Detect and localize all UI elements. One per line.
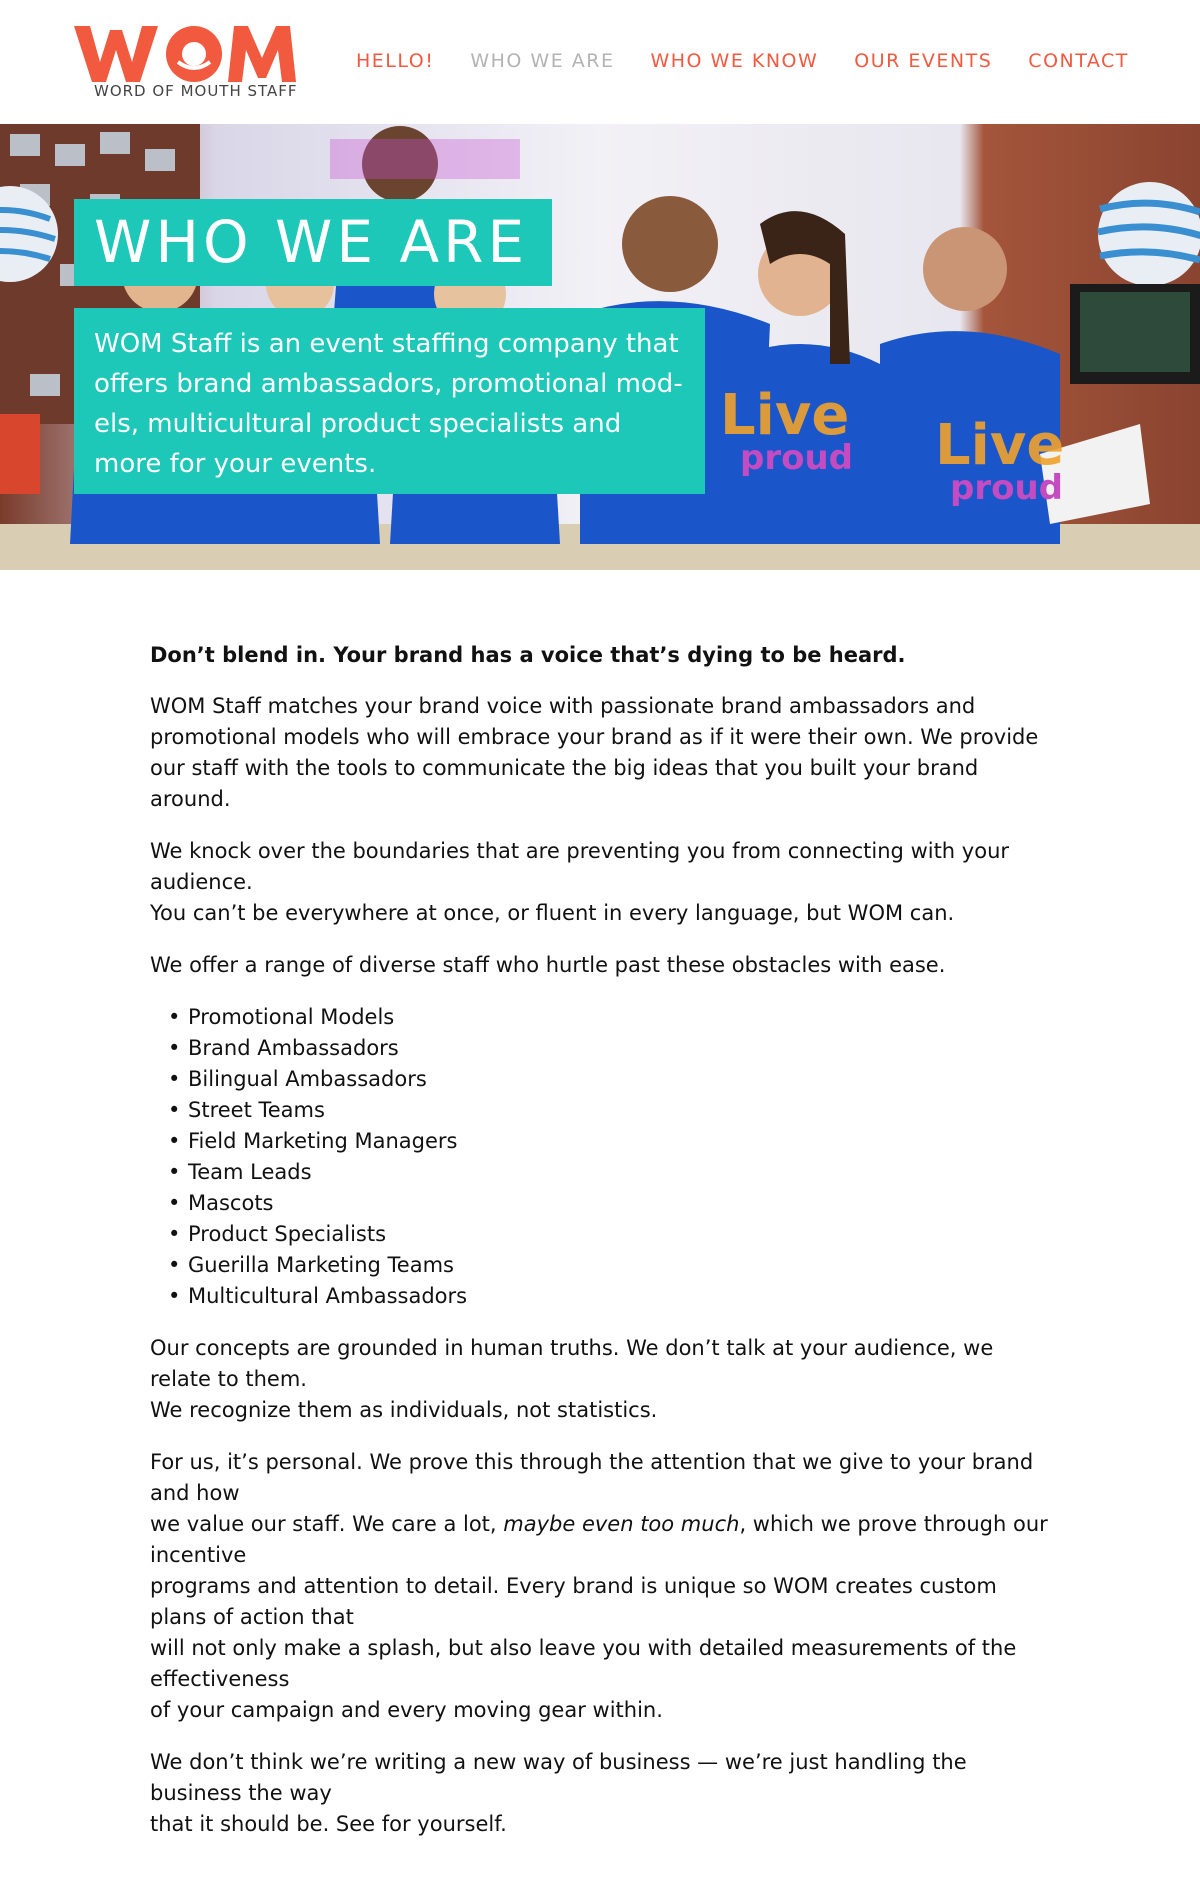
list-item: Multicultural Ambassadors bbox=[168, 1281, 1050, 1312]
paragraph-closing-line-2: that it should be. See for yourself. bbox=[150, 1812, 507, 1836]
nav-item-contact[interactable]: CONTACT bbox=[1028, 50, 1129, 72]
svg-text:proud: proud bbox=[950, 468, 1063, 508]
paragraph-human-truths-line-2: We recognize them as individuals, not st… bbox=[150, 1398, 658, 1422]
paragraph-closing-line-1: We don’t think we’re writing a new way o… bbox=[150, 1750, 967, 1805]
paragraph-boundaries: We knock over the boundaries that are pr… bbox=[150, 836, 1050, 929]
paragraph-closing: We don’t think we’re writing a new way o… bbox=[150, 1747, 1050, 1840]
lead-paragraph: Don’t blend in. Your brand has a voice t… bbox=[150, 643, 906, 667]
main-content: Don’t blend in. Your brand has a voice t… bbox=[150, 640, 1050, 1861]
nav-item-who-we-are[interactable]: WHO WE ARE bbox=[470, 50, 614, 72]
list-item: Street Teams bbox=[168, 1095, 1050, 1126]
logo-wordmark bbox=[74, 26, 296, 82]
hero-intro-box: WOM Staff is an event staffing company t… bbox=[74, 308, 705, 494]
list-item: Brand Ambassadors bbox=[168, 1033, 1050, 1064]
list-item: Promotional Models bbox=[168, 1002, 1050, 1033]
main-nav: HELLO! WHO WE ARE WHO WE KNOW OUR EVENTS… bbox=[356, 50, 1165, 72]
list-item: Mascots bbox=[168, 1188, 1050, 1219]
paragraph-human-truths-line-1: Our concepts are grounded in human truth… bbox=[150, 1336, 994, 1391]
paragraph-personal-line-4: will not only make a splash, but also le… bbox=[150, 1636, 1017, 1691]
nav-item-hello[interactable]: HELLO! bbox=[356, 50, 434, 72]
paragraph-diverse-staff: We offer a range of diverse staff who hu… bbox=[150, 953, 946, 977]
paragraph-human-truths: Our concepts are grounded in human truth… bbox=[150, 1333, 1050, 1426]
hero-intro-text: WOM Staff is an event staffing company t… bbox=[94, 329, 683, 479]
paragraph-personal-line-3: programs and attention to detail. Every … bbox=[150, 1574, 997, 1629]
page-title: WHO WE ARE bbox=[94, 208, 529, 276]
paragraph-personal-line-2a: we value our staff. We care a lot, bbox=[150, 1512, 504, 1536]
logo-tagline: WORD OF MOUTH STAFF bbox=[94, 82, 298, 100]
paragraph-personal-line-5: of your campaign and every moving gear w… bbox=[150, 1698, 663, 1722]
wom-logo[interactable]: WORD OF MOUTH STAFF bbox=[74, 22, 314, 102]
hero-banner: Live Live proud proud WHO WE ARE WOM Sta… bbox=[0, 124, 1200, 570]
paragraph-boundaries-line-2: You can’t be everywhere at once, or flue… bbox=[150, 901, 955, 925]
site-header: WORD OF MOUTH STAFF HELLO! WHO WE ARE WH… bbox=[0, 0, 1200, 124]
hero-title-box: WHO WE ARE bbox=[74, 199, 552, 286]
list-item: Bilingual Ambassadors bbox=[168, 1064, 1050, 1095]
list-item: Field Marketing Managers bbox=[168, 1126, 1050, 1157]
paragraph-personal: For us, it’s personal. We prove this thr… bbox=[150, 1447, 1050, 1726]
paragraph-boundaries-line-1: We knock over the boundaries that are pr… bbox=[150, 839, 1010, 894]
list-item: Team Leads bbox=[168, 1157, 1050, 1188]
svg-text:proud: proud bbox=[740, 438, 853, 478]
list-item: Product Specialists bbox=[168, 1219, 1050, 1250]
staff-types-list: Promotional Models Brand Ambassadors Bil… bbox=[150, 1002, 1050, 1312]
nav-item-who-we-know[interactable]: WHO WE KNOW bbox=[650, 50, 818, 72]
nav-item-our-events[interactable]: OUR EVENTS bbox=[854, 50, 992, 72]
paragraph-brand-voice: WOM Staff matches your brand voice with … bbox=[150, 694, 1039, 811]
list-item: Guerilla Marketing Teams bbox=[168, 1250, 1050, 1281]
paragraph-personal-emphasis: maybe even too much bbox=[503, 1512, 740, 1536]
paragraph-personal-line-1: For us, it’s personal. We prove this thr… bbox=[150, 1450, 1034, 1505]
